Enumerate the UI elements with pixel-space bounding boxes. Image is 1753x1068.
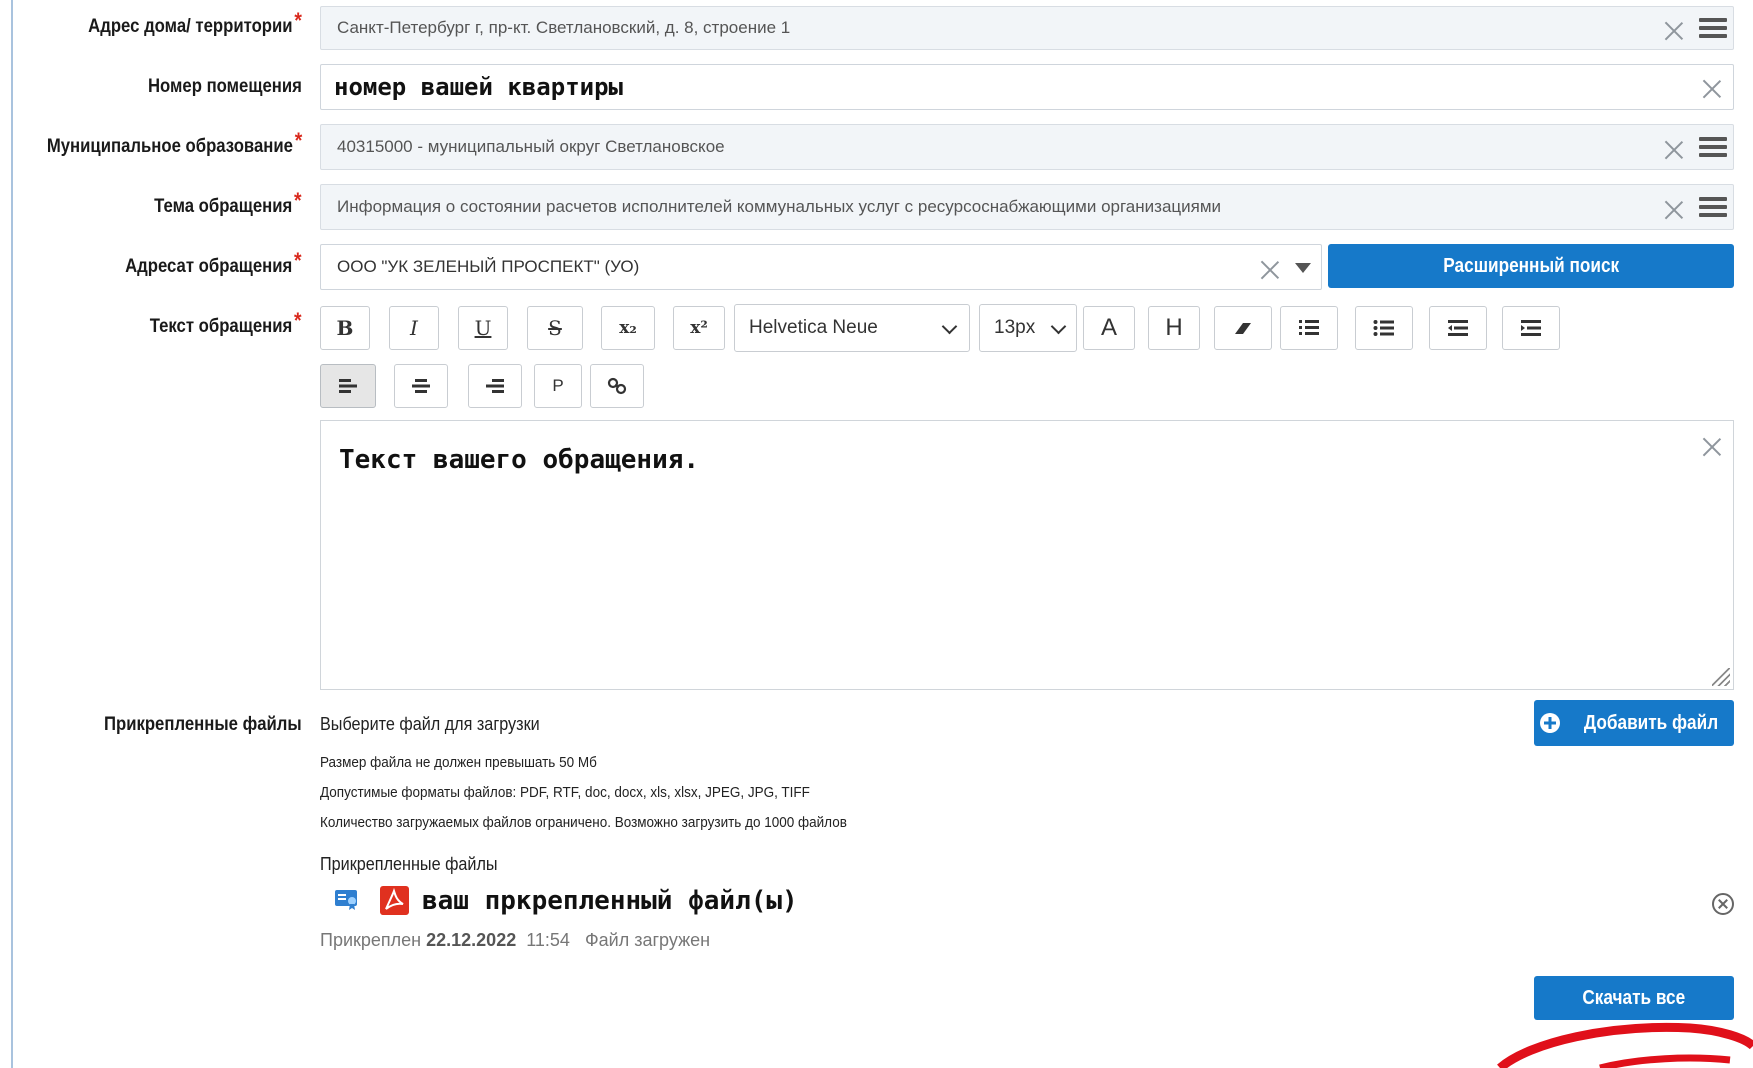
unordered-list-icon [1373, 320, 1394, 336]
download-all-button[interactable]: Скачать все [1534, 976, 1734, 1020]
address-field[interactable]: Санкт-Петербург г, пр-кт. Светлановский,… [320, 6, 1734, 50]
align-left-icon [339, 379, 357, 393]
room-value: номер вашей квартиры [334, 73, 623, 101]
file-count-limit: Количество загружаемых файлов ограничено… [320, 814, 847, 831]
clear-icon[interactable] [1259, 258, 1281, 280]
link-icon [607, 377, 627, 395]
pdf-file-icon [380, 886, 409, 915]
clear-icon[interactable] [1701, 435, 1723, 457]
font-size-select[interactable]: 13px [979, 304, 1077, 352]
list-menu-icon[interactable] [1699, 137, 1727, 159]
clear-icon[interactable] [1663, 19, 1685, 41]
paragraph-button[interactable]: P [534, 364, 582, 408]
link-button[interactable] [590, 364, 644, 408]
remove-file-icon[interactable] [1712, 893, 1734, 915]
align-center-icon [412, 379, 430, 393]
topic-value: Информация о состоянии расчетов исполнит… [337, 197, 1222, 216]
file-size-limit: Размер файла не должен превышать 50 Мб [320, 754, 597, 771]
dropdown-caret-icon[interactable] [1295, 263, 1311, 273]
clear-icon[interactable] [1663, 138, 1685, 160]
advanced-search-button[interactable]: Расширенный поиск [1328, 244, 1734, 288]
resize-handle[interactable] [1712, 668, 1730, 686]
required-mark: * [294, 308, 302, 333]
page-left-border [11, 0, 13, 1068]
subscript-button[interactable]: x₂ [601, 306, 655, 350]
list-menu-icon[interactable] [1699, 18, 1727, 40]
clear-icon[interactable] [1663, 198, 1685, 220]
municipality-value: 40315000 - муниципальный округ Светланов… [337, 137, 725, 156]
attached-files-label: Прикрепленные файлы [104, 714, 302, 735]
upload-status: Файл загружен [584, 930, 711, 950]
chevron-down-icon [941, 318, 958, 335]
highlight-button[interactable]: H [1148, 306, 1200, 350]
font-color-button[interactable]: A [1083, 306, 1135, 350]
align-right-button[interactable] [468, 364, 522, 408]
align-right-icon [486, 379, 504, 393]
text-label: Текст обращения* [150, 308, 302, 338]
message-text: Текст вашего обращения. [339, 445, 700, 475]
acrobat-icon [385, 887, 404, 910]
eraser-button[interactable] [1214, 306, 1272, 350]
plus-circle-icon [1539, 713, 1560, 733]
topic-field[interactable]: Информация о состоянии расчетов исполнит… [320, 184, 1734, 230]
room-label: Номер помещения [148, 76, 302, 97]
municipality-field[interactable]: 40315000 - муниципальный округ Светланов… [320, 124, 1734, 170]
address-label: Адрес дома/ территории* [88, 8, 302, 38]
attached-files-heading: Прикрепленные файлы [320, 854, 498, 874]
ordered-list-icon [1299, 320, 1319, 335]
ordered-list-button[interactable] [1280, 306, 1338, 350]
chevron-down-icon [1050, 318, 1067, 335]
list-menu-icon[interactable] [1699, 197, 1727, 219]
italic-button[interactable]: I [389, 306, 439, 350]
addressee-label: Адресат обращения* [125, 248, 302, 278]
align-left-button[interactable] [320, 364, 376, 408]
addressee-select[interactable]: ООО "УК ЗЕЛЕНЫЙ ПРОСПЕКТ" (УО) [320, 244, 1322, 290]
strikethrough-button[interactable]: S [527, 306, 583, 350]
addressee-value: ООО "УК ЗЕЛЕНЫЙ ПРОСПЕКТ" (УО) [337, 257, 640, 276]
underline-button[interactable]: U [458, 306, 508, 350]
signature-icon[interactable] [334, 888, 362, 912]
address-value: Санкт-Петербург г, пр-кт. Светлановский,… [337, 18, 791, 37]
unordered-list-button[interactable] [1355, 306, 1413, 350]
required-mark: * [294, 8, 302, 33]
required-mark: * [294, 128, 302, 153]
required-mark: * [294, 248, 302, 273]
red-annotation-circle [1497, 1022, 1753, 1068]
bold-button[interactable]: B [320, 306, 370, 350]
room-input[interactable]: номер вашей квартиры [320, 64, 1734, 110]
outdent-button[interactable] [1429, 306, 1487, 350]
attached-meta: Прикреплен 22.12.2022 11:54 Файл загруже… [320, 930, 711, 950]
font-family-select[interactable]: Helvetica Neue [734, 304, 970, 352]
align-center-button[interactable] [394, 364, 448, 408]
add-file-button[interactable]: Добавить файл [1534, 700, 1734, 746]
clear-icon[interactable] [1701, 77, 1723, 99]
message-editor[interactable]: Текст вашего обращения. [320, 420, 1734, 690]
attached-file-name[interactable]: ваш пркрепленный файл(ы) [422, 886, 798, 916]
topic-label: Тема обращения* [154, 188, 302, 218]
allowed-formats: Допустимые форматы файлов: PDF, RTF, doc… [320, 784, 810, 801]
superscript-button[interactable]: x² [673, 306, 725, 350]
indent-button[interactable] [1502, 306, 1560, 350]
font-size-value: 13px [994, 317, 1036, 338]
municipality-label: Муниципальное образование* [46, 128, 302, 158]
eraser-icon [1235, 323, 1251, 334]
indent-icon [1521, 320, 1541, 336]
required-mark: * [294, 188, 302, 213]
choose-file-text: Выберите файл для загрузки [320, 714, 540, 734]
font-family-value: Helvetica Neue [749, 317, 878, 338]
outdent-icon [1448, 320, 1468, 336]
